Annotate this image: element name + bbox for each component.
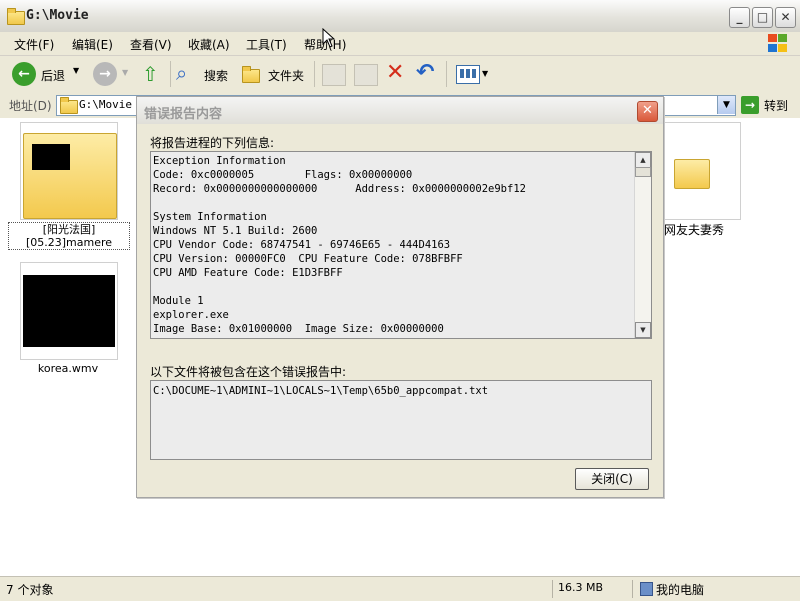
forward-arrow-icon[interactable]: → [93,62,117,86]
location-label: 我的电脑 [656,583,705,597]
address-label: 地址(D) [9,99,52,113]
file-item[interactable]: [阳光法国][05.23]mamere [8,122,130,250]
windows-logo-icon [767,33,789,53]
folder-preview-image [32,144,70,170]
dialog-close-icon[interactable]: ✕ [637,101,658,122]
window-title: G:\Movie [26,8,89,23]
info-scrollbar[interactable]: ▲ ▼ [634,152,651,338]
search-icon: ⌕ [176,61,188,85]
folder-thumbnail-icon [23,133,117,219]
copy-to-icon[interactable] [354,64,378,86]
views-dropdown-icon[interactable]: ▼ [482,69,488,78]
search-label: 搜索 [204,69,229,83]
toolbar-separator [446,61,447,87]
toolbar-separator [170,61,171,87]
back-label: 后退 [41,69,66,83]
file-item[interactable]: korea.wmv [8,260,128,378]
back-dropdown-icon[interactable]: ▼ [73,66,79,75]
toolbar-separator [314,61,315,87]
error-report-dialog: 错误报告内容 ✕ 将报告进程的下列信息: Exception Informati… [136,96,664,498]
folder-icon [7,8,25,25]
go-label: 转到 [764,99,789,113]
status-divider [552,580,553,598]
scroll-thumb[interactable] [635,167,651,177]
back-button[interactable]: ← 后退 ▼ [10,60,86,88]
menu-file[interactable]: 文件(F) [14,36,54,53]
address-folder-icon [60,97,78,114]
files-text: C:\DOCUME~1\ADMINI~1\LOCALS~1\Temp\65b0_… [153,385,489,397]
menu-edit[interactable]: 编辑(E) [72,36,113,53]
views-icon[interactable] [456,65,480,84]
menu-tools[interactable]: 工具(T) [246,36,287,53]
up-folder-icon[interactable]: ⇧ [142,62,164,86]
back-arrow-icon: ← [12,62,36,86]
files-textbox[interactable]: C:\DOCUME~1\ADMINI~1\LOCALS~1\Temp\65b0_… [150,380,652,460]
undo-icon[interactable]: ↶ [416,60,434,85]
object-count: 7 个对象 [6,583,54,597]
info-textbox[interactable]: Exception Information Code: 0xc0000005 F… [150,151,652,339]
maximize-button[interactable]: □ [752,7,773,28]
menu-favorites[interactable]: 收藏(A) [188,36,230,53]
address-dropdown-icon[interactable]: ▼ [717,96,735,114]
status-divider [632,580,633,598]
address-value: G:\Movie [79,98,132,111]
total-size: 16.3 MB [558,581,604,594]
go-button[interactable]: → 转到 [740,95,796,115]
folders-label: 文件夹 [268,69,305,83]
file-thumbnail [20,122,118,220]
mouse-cursor-icon [322,28,336,48]
minimize-button[interactable]: _ [729,7,750,28]
file-name: korea.wmv [37,362,99,375]
go-arrow-icon: → [741,96,759,114]
video-thumbnail-image [23,275,115,347]
folders-icon [242,66,260,83]
dialog-title: 错误报告内容 [144,107,223,122]
folders-button[interactable]: 文件夹 [240,60,310,88]
close-window-button[interactable]: ✕ [775,7,796,28]
title-bar: G:\Movie _ □ ✕ [0,0,800,33]
computer-icon [640,582,653,596]
search-button[interactable]: ⌕ 搜索 [176,60,236,88]
menu-bar: 文件(F) 编辑(E) 查看(V) 收藏(A) 工具(T) 帮助(H) [0,32,800,56]
move-to-icon[interactable] [322,64,346,86]
delete-icon[interactable]: ✕ [386,60,404,85]
menu-view[interactable]: 查看(V) [130,36,172,53]
files-label: 以下文件将被包含在这个错误报告中: [150,365,347,379]
dialog-title-bar: 错误报告内容 ✕ [137,97,663,124]
scroll-up-icon[interactable]: ▲ [635,152,651,168]
info-text: Exception Information Code: 0xc0000005 F… [153,155,526,335]
file-thumbnail [20,262,118,360]
close-button[interactable]: 关闭(C) [575,468,649,490]
forward-dropdown-icon[interactable]: ▼ [122,68,128,77]
folder-icon [674,159,710,189]
toolbar: ← 后退 ▼ → ▼ ⇧ ⌕ 搜索 文件夹 ✕ ↶ ▼ [0,56,800,93]
info-label: 将报告进程的下列信息: [150,136,275,150]
status-bar: 7 个对象 16.3 MB 我的电脑 [0,576,800,601]
scroll-down-icon[interactable]: ▼ [635,322,651,338]
file-name: [阳光法国][05.23]mamere [8,222,130,250]
